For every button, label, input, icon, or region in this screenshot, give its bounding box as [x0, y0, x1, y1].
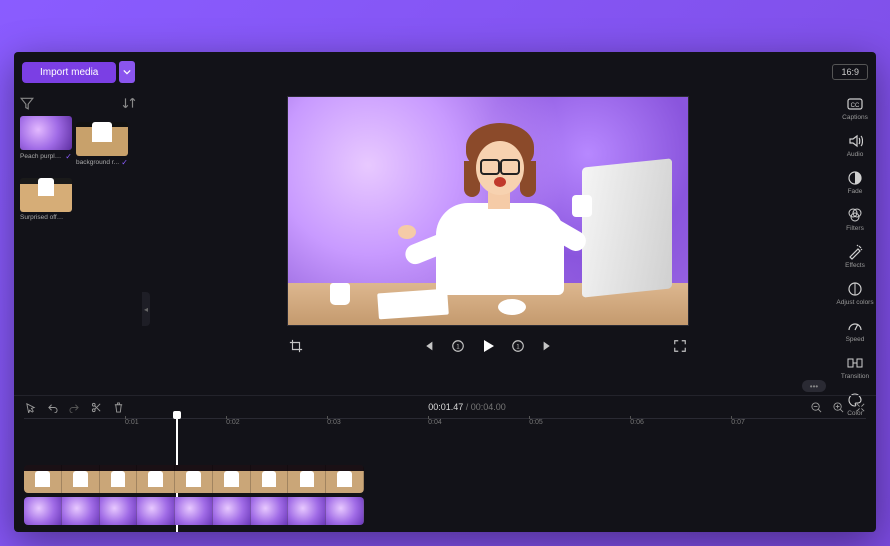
rail-label: Transition [841, 373, 869, 380]
rail-filters[interactable]: Filters [846, 207, 864, 232]
fullscreen-button[interactable] [672, 338, 688, 354]
ruler-tick: 0:01 [125, 419, 139, 426]
timeline-toolbar: 00:01.47 / 00:04.00 [14, 396, 876, 418]
zoom-fit-button[interactable] [854, 401, 866, 413]
filters-icon [847, 207, 863, 223]
delete-button[interactable] [112, 401, 124, 413]
timeline: 00:01.47 / 00:04.00 0:01 0:02 0:03 0:04 … [14, 395, 876, 532]
aspect-ratio-label: 16:9 [841, 67, 859, 77]
rail-label: Speed [846, 336, 865, 343]
aspect-ratio-selector[interactable]: 16:9 [832, 64, 868, 80]
adjust-colors-icon [847, 281, 863, 297]
transition-icon [847, 355, 863, 371]
playback-controls: 1 1 [288, 338, 688, 354]
rail-label: Captions [842, 114, 868, 121]
preview-person [430, 125, 570, 295]
audio-icon [847, 133, 863, 149]
undo-button[interactable] [46, 401, 58, 413]
skip-end-button[interactable] [540, 338, 556, 354]
rail-effects[interactable]: Effects [845, 244, 865, 269]
svg-text:1: 1 [516, 344, 520, 351]
import-media-dropdown[interactable] [119, 61, 135, 83]
media-thumb[interactable]: Surprised office .. [20, 171, 72, 221]
timeline-clip-foreground[interactable] [24, 465, 364, 493]
media-thumb-label: Peach purple ... [20, 153, 64, 160]
rail-label: Adjust colors [836, 299, 873, 306]
video-preview[interactable] [287, 96, 689, 326]
timeline-tracks[interactable] [24, 435, 866, 532]
ruler-tick: 0:06 [630, 419, 644, 426]
media-panel: Peach purple ... ✓ background r... ✓ Sur… [14, 92, 142, 395]
added-check-icon: ✓ [65, 152, 72, 161]
preview-area: 1 1 [142, 92, 834, 395]
ruler-tick: 0:02 [226, 419, 240, 426]
ruler-tick: 0:03 [327, 419, 341, 426]
play-button[interactable] [480, 338, 496, 354]
video-editor-app: Import media 16:9 Peach purple ... [14, 52, 876, 532]
preview-monitor [582, 158, 672, 297]
time-current: 00:01.47 [428, 402, 463, 412]
select-tool-icon[interactable] [24, 401, 36, 413]
editor-body: Peach purple ... ✓ background r... ✓ Sur… [14, 92, 876, 395]
skip-start-button[interactable] [420, 338, 436, 354]
svg-text:CC: CC [851, 103, 860, 109]
media-thumb[interactable]: background r... ✓ [76, 116, 128, 167]
effects-icon [847, 244, 863, 260]
rail-label: Audio [847, 151, 864, 158]
rail-label: Effects [845, 262, 865, 269]
media-thumb-label: background r... [76, 159, 119, 166]
rail-transition[interactable]: Transition [841, 355, 869, 380]
step-back-button[interactable]: 1 [450, 338, 466, 354]
zoom-out-button[interactable] [810, 401, 822, 413]
svg-text:1: 1 [456, 344, 460, 351]
preview-mouse [498, 299, 526, 315]
filter-icon[interactable] [20, 96, 34, 110]
rail-captions[interactable]: CC Captions [842, 96, 868, 121]
ruler-tick: 0:07 [731, 419, 745, 426]
crop-icon[interactable] [288, 338, 304, 354]
ruler-tick: 0:04 [428, 419, 442, 426]
media-thumbnail-image [76, 122, 128, 156]
timeline-ruler[interactable]: 0:01 0:02 0:03 0:04 0:05 0:06 0:07 [24, 418, 866, 435]
media-thumb-label: Surprised office .. [20, 214, 64, 221]
rail-label: Fade [848, 188, 863, 195]
step-forward-button[interactable]: 1 [510, 338, 526, 354]
chevron-down-icon [123, 68, 131, 76]
rail-adjust-colors[interactable]: Adjust colors [836, 281, 873, 306]
added-check-icon: ✓ [121, 158, 128, 167]
speed-icon [847, 318, 863, 334]
time-duration: 00:04.00 [471, 402, 506, 412]
topbar: Import media 16:9 [14, 52, 876, 92]
split-button[interactable] [90, 401, 102, 413]
import-media-label: Import media [40, 67, 98, 78]
rail-label: Filters [846, 225, 864, 232]
sort-icon[interactable] [122, 96, 136, 110]
import-media-button[interactable]: Import media [22, 62, 116, 83]
rail-speed[interactable]: Speed [846, 318, 865, 343]
preview-pot [330, 283, 350, 305]
captions-icon: CC [847, 96, 863, 112]
rail-overflow-button[interactable]: ••• [802, 380, 826, 392]
ruler-tick: 0:05 [529, 419, 543, 426]
timeline-clip-background[interactable] [24, 497, 364, 525]
rail-audio[interactable]: Audio [847, 133, 864, 158]
rail-fade[interactable]: Fade [847, 170, 863, 195]
redo-button[interactable] [68, 401, 80, 413]
timecode: 00:01.47 / 00:04.00 [428, 402, 506, 412]
media-thumbnail-image [20, 178, 72, 212]
media-thumb[interactable]: Peach purple ... ✓ [20, 116, 72, 167]
zoom-in-button[interactable] [832, 401, 844, 413]
fade-icon [847, 170, 863, 186]
media-thumbnail-image [20, 116, 72, 150]
property-rail: CC Captions Audio Fade Filters Effects [834, 92, 876, 395]
collapse-media-panel[interactable]: ◂ [142, 292, 150, 326]
